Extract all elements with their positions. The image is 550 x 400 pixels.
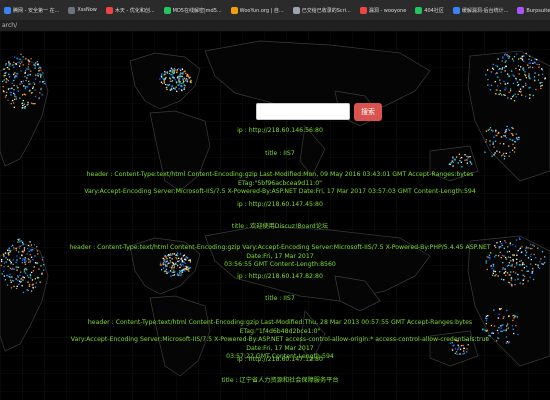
result-entry: ip : http://218.60.147.12:80 — [60, 356, 500, 365]
bookmark-item[interactable]: WooYun.org | 自... — [229, 3, 287, 17]
bookmark-favicon-icon — [415, 6, 423, 14]
bookmark-item[interactable]: 腾网 - 安全第一 在... — [2, 3, 62, 17]
result-line: Vary:Accept-Encoding Server:Microsoft-II… — [70, 336, 490, 352]
result-entry: ip : http://218.60.147.45:80 — [60, 201, 500, 210]
bookmark-label: 木天 - 优化和创... — [114, 7, 155, 14]
bookmark-favicon-icon — [359, 6, 367, 14]
bookmark-label: 404社区 — [424, 7, 444, 14]
bookmark-label: WooYun.org | 自... — [239, 7, 284, 14]
bookmark-favicon-icon — [230, 6, 238, 14]
bookmark-label: 腾网 - 安全第一 在... — [13, 7, 60, 14]
bookmark-label: MD5在线解密|md5... — [172, 7, 222, 14]
bookmark-item[interactable]: 已交给已收录的Scri... — [291, 3, 354, 17]
result-line: ip : http://218.60.147.45:80 — [237, 201, 323, 208]
bookmark-label: 已交给已收录的Scri... — [301, 7, 351, 14]
result-entry: title : IIS7 — [60, 295, 500, 304]
result-line: title : 欢迎使用Discuz!Board论坛 — [231, 223, 329, 230]
bookmark-favicon-icon — [452, 6, 460, 14]
address-bar[interactable]: arch/ — [0, 20, 550, 31]
bookmark-favicon-icon — [163, 6, 171, 14]
search-input[interactable] — [256, 103, 350, 120]
bookmark-item[interactable]: 木天 - 优化和创... — [104, 3, 158, 17]
result-line: ip : http://218.60.146.56:80 — [237, 127, 323, 134]
result-entry: title : 辽宁省人力资源和社会保障服务平台 — [60, 377, 500, 386]
bookmarks-bar: 腾网 - 安全第一 在... XssNow 木天 - 优化和创... MD5在线解密|… — [0, 0, 550, 20]
result-line: header : Content-Type:text/html Content-… — [87, 319, 473, 335]
result-line: title : 辽宁省人力资源和社会保障服务平台 — [221, 377, 339, 384]
result-line: ip : http://218.60.147.82:80 — [237, 273, 323, 280]
result-line: title : IIS7 — [265, 150, 295, 157]
bookmark-favicon-icon — [105, 6, 113, 14]
result-line: header : Content-Type:text/html Content-… — [86, 171, 474, 187]
bookmark-favicon-icon — [517, 6, 525, 14]
bookmark-label: 缓解漏洞-后台统计... — [461, 7, 509, 14]
bookmark-favicon-icon — [292, 6, 300, 14]
bookmark-item[interactable]: MD5在线解密|md5... — [162, 3, 225, 17]
result-line: Vary:Accept-Encoding Server:Microsoft-II… — [84, 188, 476, 195]
bookmark-item[interactable]: 缓解漏洞-后台统计... — [451, 3, 512, 17]
address-text: arch/ — [2, 22, 18, 29]
bookmark-label: XssNow — [77, 7, 97, 13]
result-entry: ip : http://218.60.146.56:80 — [60, 127, 500, 136]
result-line: title : IIS7 — [265, 295, 295, 302]
result-line: 03:56:55 GMT Content-Length:8560 — [224, 261, 336, 268]
bookmark-item[interactable]: Burpsuite之四个... — [515, 3, 550, 17]
result-line: ip : http://218.60.147.12:80 — [237, 356, 323, 363]
bookmark-label: 漏洞 - wooyone — [368, 7, 407, 14]
result-entry: header : Content-Type:text/html Content-… — [60, 244, 500, 270]
result-entry: ip : http://218.60.147.82:80 — [60, 273, 500, 282]
search-button[interactable]: 搜索 — [354, 103, 382, 121]
bookmark-favicon-icon — [68, 6, 76, 14]
bookmark-label: Burpsuite之四个... — [526, 7, 550, 14]
bookmark-item[interactable]: XssNow — [66, 3, 100, 17]
bookmark-favicon-icon — [4, 6, 11, 14]
result-line: header : Content-Type:text/html Content-… — [69, 244, 491, 260]
bookmark-item[interactable]: 404社区 — [413, 3, 447, 17]
result-entry: title : 欢迎使用Discuz!Board论坛 — [60, 223, 500, 232]
result-entry: title : IIS7 — [60, 150, 500, 159]
result-entry: header : Content-Type:text/html Content-… — [60, 171, 500, 197]
bookmark-item[interactable]: 漏洞 - wooyone — [358, 3, 409, 17]
